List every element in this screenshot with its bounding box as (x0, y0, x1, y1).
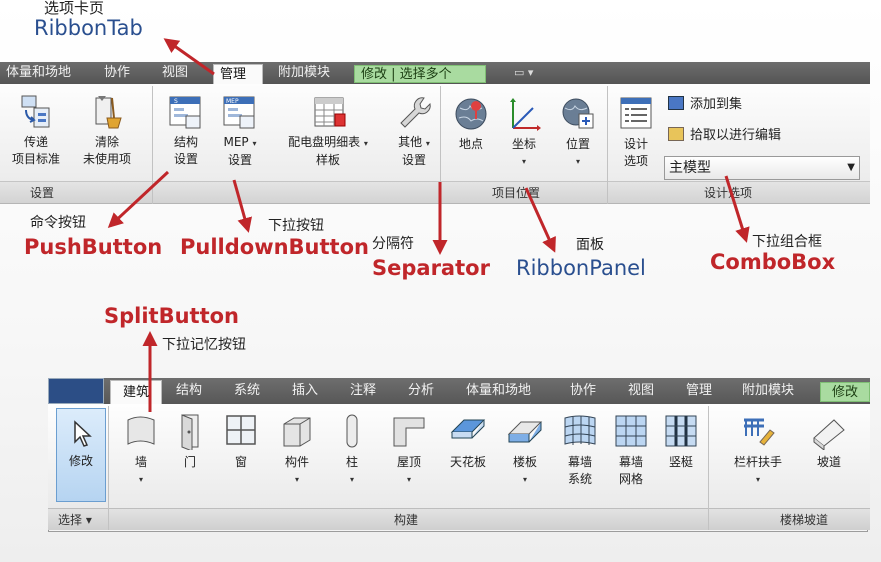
arrow-to-combo-box (724, 175, 750, 243)
arrow-to-push-button (107, 170, 170, 229)
arrow-to-pulldown-button (232, 179, 252, 233)
annotation-arrows (107, 38, 750, 412)
arrow-to-ribbon-tab (163, 38, 215, 76)
arrow-to-ribbon-panel (524, 187, 556, 253)
